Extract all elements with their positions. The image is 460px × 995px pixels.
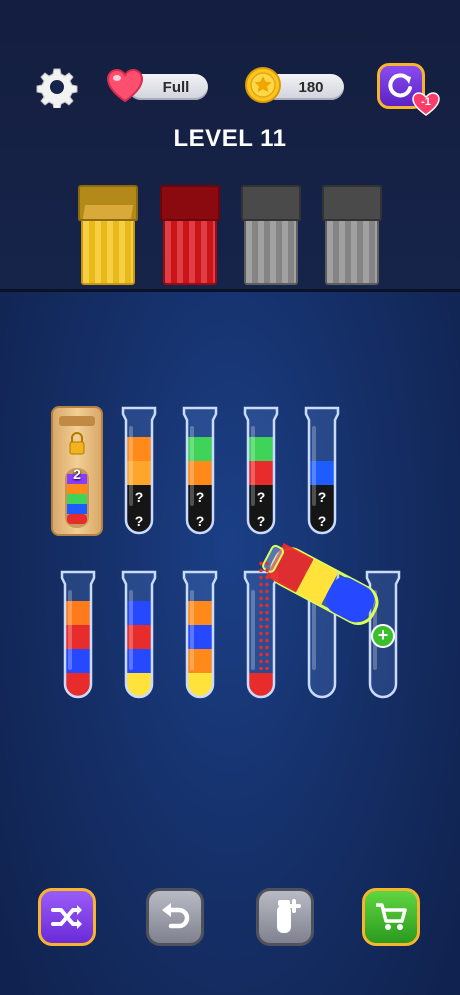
hidden-mark: ? (135, 489, 144, 505)
add-tube-icon (277, 899, 301, 933)
hidden-mark: ? (196, 513, 205, 529)
hidden-mark: ? (257, 513, 266, 529)
pour-stream (258, 560, 270, 670)
hidden-mark: ? (135, 513, 144, 529)
undo-button[interactable] (146, 888, 204, 946)
coins-value: 180 (298, 78, 324, 96)
hidden-mark: ? (318, 513, 327, 529)
lives-label: Full (162, 78, 190, 96)
pouring-tube (258, 532, 388, 632)
color-box-red (160, 185, 220, 285)
tube[interactable]: ?? (300, 404, 344, 536)
tube[interactable]: ?? (178, 404, 222, 536)
settings-gear-icon[interactable] (36, 66, 78, 110)
shuffle-icon (51, 905, 82, 929)
undo-icon (162, 903, 190, 929)
color-box-gray-2 (322, 185, 382, 285)
tube[interactable] (56, 568, 100, 700)
restart-cost: -1 (421, 96, 431, 108)
tube[interactable] (117, 568, 161, 700)
plus-icon[interactable]: + (371, 624, 395, 648)
tube[interactable]: ?? (117, 404, 161, 536)
cart-icon (376, 903, 407, 930)
hidden-mark: ? (318, 489, 327, 505)
shop-button[interactable] (362, 888, 420, 946)
locked-tube[interactable]: 2 (51, 406, 103, 536)
coin-icon (244, 66, 282, 104)
color-box-yellow (78, 185, 138, 285)
add-tube-button[interactable] (256, 888, 314, 946)
restart-cost-badge: -1 (412, 92, 440, 116)
color-box-gray-1 (241, 185, 301, 285)
level-title: LEVEL 11 (173, 125, 287, 152)
shuffle-button[interactable] (38, 888, 96, 946)
hidden-mark: ? (257, 489, 266, 505)
tube[interactable] (178, 568, 222, 700)
hidden-mark: ? (196, 489, 205, 505)
locked-tube-count: 2 (73, 466, 81, 482)
heart-icon (106, 68, 144, 104)
tube[interactable]: ?? (239, 404, 283, 536)
